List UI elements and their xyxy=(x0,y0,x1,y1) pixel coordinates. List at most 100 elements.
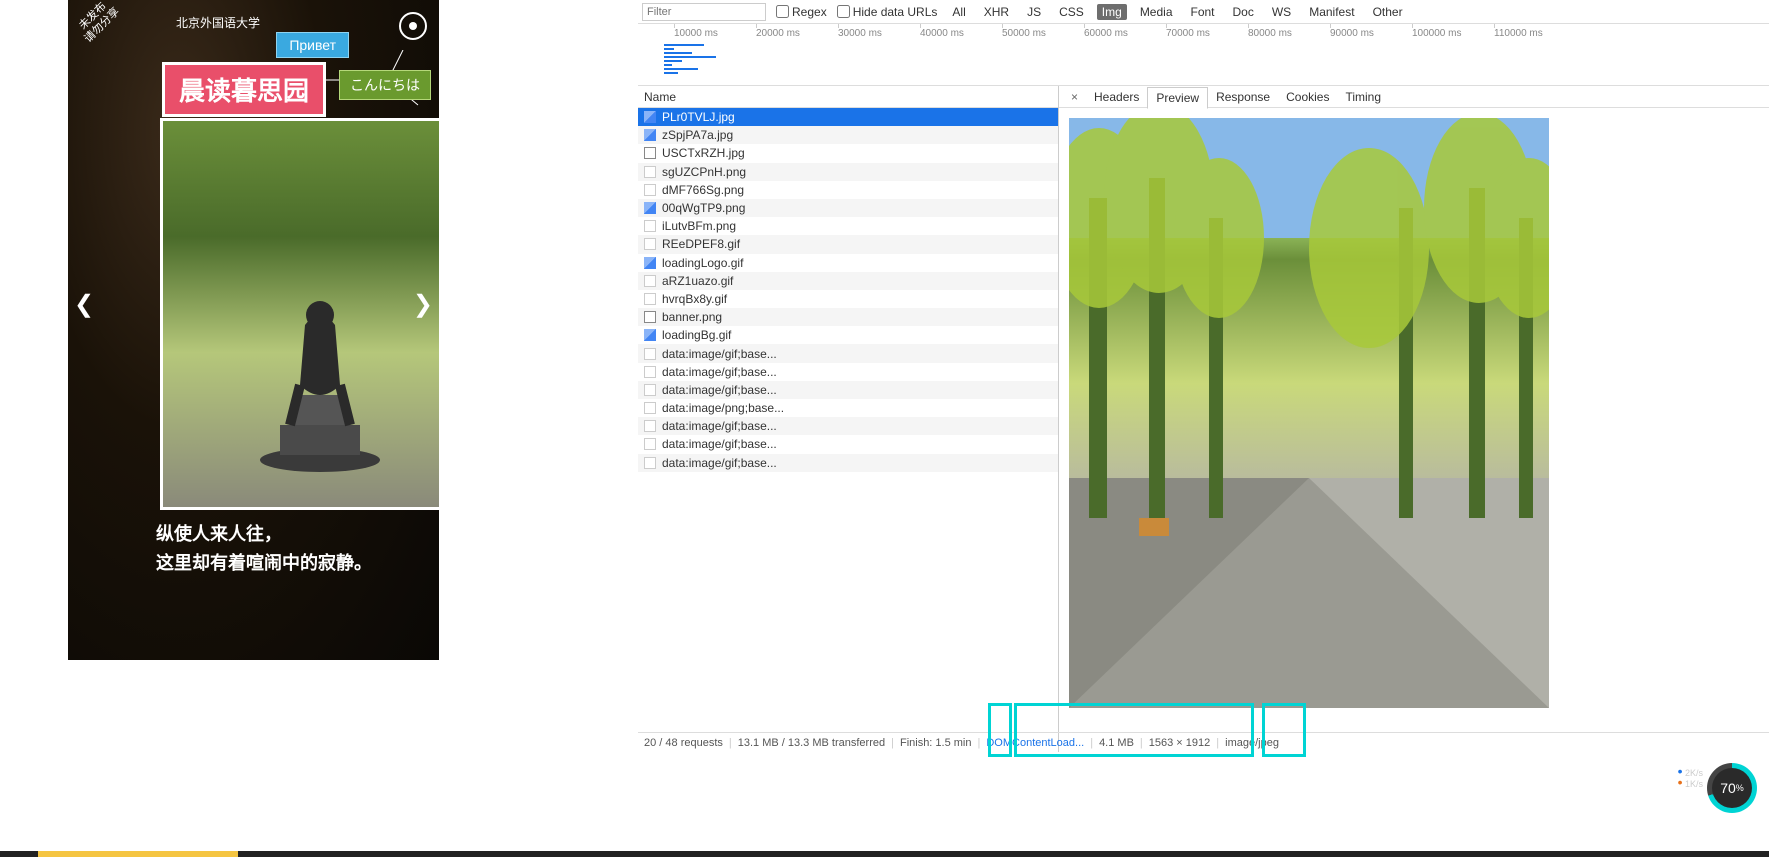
type-filter-js[interactable]: JS xyxy=(1022,4,1046,20)
request-name: data:image/gif;base... xyxy=(662,437,777,451)
timeline-tick: 40000 ms xyxy=(920,28,964,39)
detail-tab-headers[interactable]: Headers xyxy=(1086,87,1147,107)
file-type-icon xyxy=(644,293,656,305)
type-filter-css[interactable]: CSS xyxy=(1054,4,1089,20)
request-row[interactable]: 00qWgTP9.png xyxy=(638,199,1058,217)
type-filter-img[interactable]: Img xyxy=(1097,4,1127,20)
highlight-box-3 xyxy=(1262,703,1306,757)
request-row[interactable]: data:image/gif;base... xyxy=(638,344,1058,362)
request-row[interactable]: data:image/gif;base... xyxy=(638,435,1058,453)
type-filter-ws[interactable]: WS xyxy=(1267,4,1296,20)
request-row[interactable]: banner.png xyxy=(638,308,1058,326)
request-name: USCTxRZH.jpg xyxy=(662,146,745,160)
status-transferred: 13.1 MB / 13.3 MB transferred xyxy=(738,737,885,749)
detail-tab-timing[interactable]: Timing xyxy=(1337,87,1389,107)
carousel-next-button[interactable]: ❯ xyxy=(413,290,433,319)
taskbar[interactable] xyxy=(0,851,1769,857)
type-filter-font[interactable]: Font xyxy=(1186,4,1220,20)
type-filter-manifest[interactable]: Manifest xyxy=(1304,4,1359,20)
type-filter-group: All XHR JS CSS Img Media Font Doc WS Manifest Othe… xyxy=(947,4,1407,20)
request-list-pane: Name PLr0TVLJ.jpg zSpjPA7a.jpg USCTxRZH.jp… xyxy=(638,86,1059,752)
timeline-tick: 90000 ms xyxy=(1330,28,1374,39)
caption-line2: 这里却有着喧闹中的寂静。 xyxy=(156,549,372,578)
file-type-icon xyxy=(644,457,656,469)
request-name: data:image/gif;base... xyxy=(662,383,777,397)
regex-checkbox[interactable]: Regex xyxy=(776,5,827,19)
request-name: data:image/gif;base... xyxy=(662,456,777,470)
request-row[interactable]: loadingBg.gif xyxy=(638,326,1058,344)
request-name: data:image/gif;base... xyxy=(662,347,777,361)
type-filter-doc[interactable]: Doc xyxy=(1228,4,1259,20)
request-name: PLr0TVLJ.jpg xyxy=(662,110,735,124)
file-type-icon xyxy=(644,438,656,450)
request-name: zSpjPA7a.jpg xyxy=(662,128,733,142)
request-row[interactable]: hvrqBx8y.gif xyxy=(638,290,1058,308)
timeline-tick: 20000 ms xyxy=(756,28,800,39)
gauge-circle: 70% xyxy=(1707,763,1757,813)
request-name: REeDPEF8.gif xyxy=(662,237,740,251)
file-type-icon xyxy=(644,220,656,232)
request-name: loadingBg.gif xyxy=(662,328,731,342)
request-name: aRZ1uazo.gif xyxy=(662,274,733,288)
request-row[interactable]: data:image/gif;base... xyxy=(638,363,1058,381)
music-disc-icon[interactable] xyxy=(399,12,427,40)
filter-input[interactable] xyxy=(642,3,766,21)
request-name: loadingLogo.gif xyxy=(662,256,743,270)
request-row[interactable]: PLr0TVLJ.jpg xyxy=(638,108,1058,126)
column-header-name[interactable]: Name xyxy=(638,86,1058,108)
close-detail-button[interactable]: × xyxy=(1065,90,1084,104)
detail-tab-cookies[interactable]: Cookies xyxy=(1278,87,1337,107)
carousel-prev-button[interactable]: ❮ xyxy=(74,290,94,319)
file-type-icon xyxy=(644,184,656,196)
detail-tab-response[interactable]: Response xyxy=(1208,87,1278,107)
gauge-speeds: • 2K/s • 1K/s xyxy=(1667,767,1703,789)
timeline-tick: 80000 ms xyxy=(1248,28,1292,39)
request-row[interactable]: REeDPEF8.gif xyxy=(638,235,1058,253)
request-row[interactable]: data:image/gif;base... xyxy=(638,454,1058,472)
speech-bubble-japanese: こんにちは xyxy=(339,70,431,100)
type-filter-xhr[interactable]: XHR xyxy=(979,4,1014,20)
timeline-tick: 30000 ms xyxy=(838,28,882,39)
highlight-box-2 xyxy=(1014,703,1254,757)
status-bar: 20 / 48 requests| 13.1 MB / 13.3 MB tran… xyxy=(638,732,1769,752)
file-type-icon xyxy=(644,366,656,378)
detail-tab-preview[interactable]: Preview xyxy=(1147,87,1208,109)
type-filter-other[interactable]: Other xyxy=(1368,4,1408,20)
timeline-tick: 70000 ms xyxy=(1166,28,1210,39)
file-type-icon xyxy=(644,166,656,178)
request-name: iLutvBFm.png xyxy=(662,219,736,233)
request-row[interactable]: data:image/gif;base... xyxy=(638,381,1058,399)
timeline-tick: 50000 ms xyxy=(1002,28,1046,39)
corner-ribbon: 未发布 请勿分享 xyxy=(68,0,150,73)
gauge-percent: 70 xyxy=(1720,780,1736,796)
hide-data-urls-checkbox[interactable]: Hide data URLs xyxy=(837,5,938,19)
file-type-icon xyxy=(644,420,656,432)
request-list[interactable]: PLr0TVLJ.jpg zSpjPA7a.jpg USCTxRZH.jpg sgUZ… xyxy=(638,108,1058,752)
type-filter-all[interactable]: All xyxy=(947,4,970,20)
request-row[interactable]: data:image/png;base... xyxy=(638,399,1058,417)
request-row[interactable]: USCTxRZH.jpg xyxy=(638,144,1058,162)
title-badge: 晨读暮思园 xyxy=(162,62,326,117)
request-name: data:image/gif;base... xyxy=(662,419,777,433)
file-type-icon xyxy=(644,329,656,341)
request-row[interactable]: aRZ1uazo.gif xyxy=(638,272,1058,290)
detail-tabs: × HeadersPreviewResponseCookiesTiming xyxy=(1059,86,1769,108)
request-row[interactable]: dMF766Sg.png xyxy=(638,181,1058,199)
timeline-tick: 10000 ms xyxy=(674,28,718,39)
request-row[interactable]: zSpjPA7a.jpg xyxy=(638,126,1058,144)
request-name: sgUZCPnH.png xyxy=(662,165,746,179)
request-row[interactable]: loadingLogo.gif xyxy=(638,254,1058,272)
request-row[interactable]: data:image/gif;base... xyxy=(638,417,1058,435)
devtools-network-panel: Regex Hide data URLs All XHR JS CSS Img Media… xyxy=(638,0,1769,752)
request-row[interactable]: iLutvBFm.png xyxy=(638,217,1058,235)
timeline-overview[interactable]: 10000 ms 20000 ms 30000 ms 40000 ms 50000 ms… xyxy=(638,24,1769,86)
preview-body xyxy=(1059,108,1769,752)
request-row[interactable]: sgUZCPnH.png xyxy=(638,163,1058,181)
request-name: data:image/png;base... xyxy=(662,401,784,415)
statue-illustration xyxy=(250,275,390,475)
type-filter-media[interactable]: Media xyxy=(1135,4,1178,20)
file-type-icon xyxy=(644,311,656,323)
speech-bubble-russian: Привет xyxy=(276,32,349,58)
network-speed-gauge[interactable]: • 2K/s • 1K/s 70% xyxy=(1667,755,1757,815)
file-type-icon xyxy=(644,238,656,250)
